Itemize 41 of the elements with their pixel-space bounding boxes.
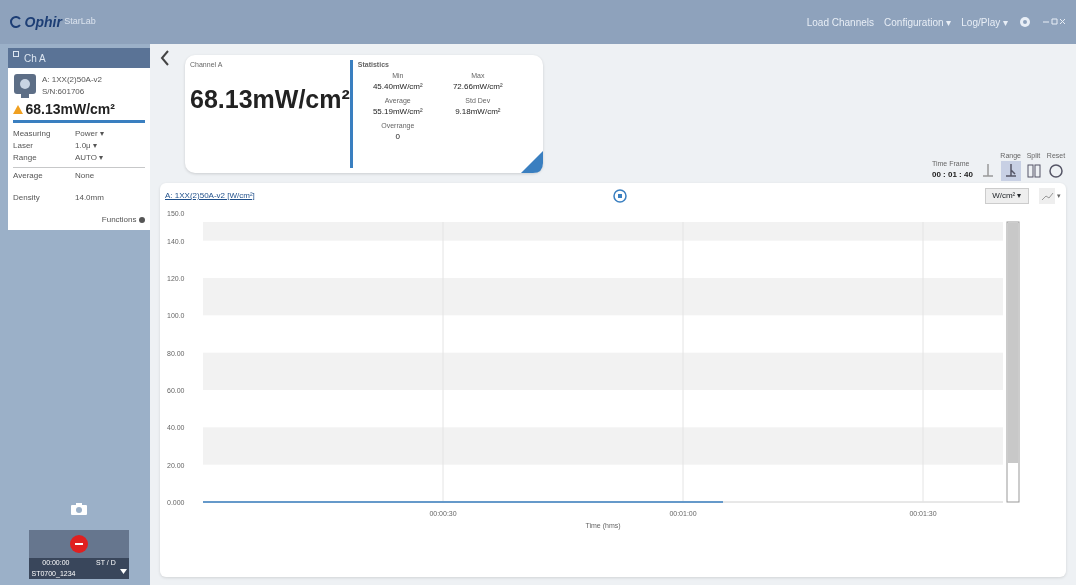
range-button[interactable] [1000, 161, 1021, 181]
logo-text: Ophir [24, 12, 62, 32]
setting-value[interactable]: None [75, 170, 95, 182]
corner-handle[interactable] [521, 151, 543, 173]
logo-icon [10, 16, 22, 28]
record-button[interactable] [70, 535, 88, 553]
stat-value: 9.18mW/cm² [455, 106, 501, 118]
device-model: A: 1XX(2)50A-v2 [42, 74, 103, 86]
time-frame-field[interactable]: 00 : 01 : 40 [931, 169, 973, 181]
setting-value[interactable]: AUTO ▾ [75, 152, 104, 164]
stat-value: 72.66mW/cm² [452, 81, 503, 93]
product-name: StarLab [64, 15, 96, 29]
setting-value[interactable]: Power ▾ [75, 128, 104, 140]
reset-button[interactable] [1046, 161, 1066, 181]
setting-label: Measuring [13, 128, 52, 140]
setting-value[interactable]: 1.0μ ▾ [75, 140, 97, 152]
reset-icon [1046, 161, 1066, 181]
sensor-icon [13, 73, 37, 99]
expand-icon[interactable] [139, 217, 145, 223]
reading-value: 68.13mW/cm² [190, 83, 350, 115]
window-controls-icon[interactable] [1042, 17, 1066, 27]
reading-value: 68.13mW/cm² [25, 100, 115, 119]
setting-value[interactable]: 14.0mm [75, 192, 104, 204]
channel-tab[interactable]: Ch A [24, 50, 46, 66]
stat-value: 45.40mW/cm² [372, 81, 423, 93]
device-serial: S/N:601706 [42, 86, 86, 98]
unit-dropdown[interactable]: W/cm² ▾ [985, 188, 1029, 204]
series-link[interactable]: A: 1XX(2)50A-v2 [W/cm²] [165, 190, 255, 202]
chart-type-icon[interactable] [1038, 188, 1055, 204]
pause-icon[interactable] [613, 189, 627, 203]
camera-icon[interactable] [71, 503, 87, 515]
setting-label: Average [13, 170, 44, 182]
stat-value: 55.19mW/cm² [372, 106, 423, 118]
settings-icon[interactable] [1018, 16, 1032, 28]
functions-link[interactable]: Functions [101, 214, 137, 226]
setting-label: Range [13, 152, 38, 164]
setting-label: Density [13, 192, 41, 204]
collapse-icon[interactable] [160, 50, 170, 66]
add-icon[interactable] [13, 50, 19, 57]
stat-value: 0 [395, 131, 400, 143]
setting-label: Laser [13, 140, 34, 152]
